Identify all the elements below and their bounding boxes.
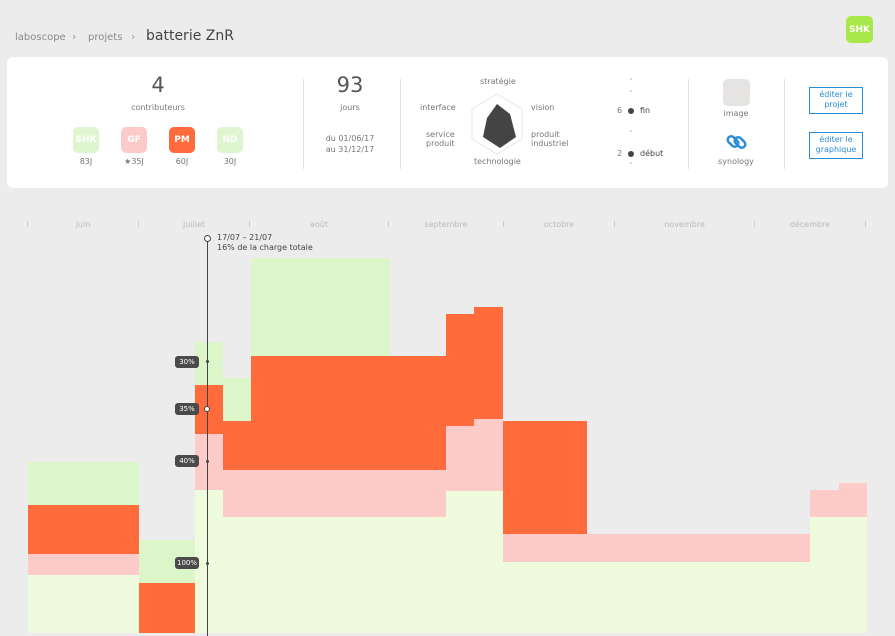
chart-block-shk xyxy=(195,490,223,633)
percent-marker: 40% xyxy=(175,455,199,467)
percent-marker: 35% xyxy=(175,403,199,415)
marker-dot xyxy=(206,460,209,463)
chart-block-gf xyxy=(503,534,810,562)
marker-dot xyxy=(206,562,209,565)
chart-block-pm xyxy=(503,421,587,534)
chart-block-shk xyxy=(223,378,251,421)
workload-chart xyxy=(0,0,895,636)
chart-block-shk xyxy=(251,258,390,356)
chart-block-shk xyxy=(503,562,810,633)
chart-block-gf xyxy=(28,554,139,575)
chart-block-shk xyxy=(251,517,446,633)
cursor-handle[interactable] xyxy=(204,235,211,242)
cursor-note: 16% de la charge totale xyxy=(217,243,313,252)
percent-marker: 30% xyxy=(175,356,199,368)
chart-block-gf xyxy=(474,419,503,491)
chart-block-gf xyxy=(446,426,474,491)
chart-block-pm xyxy=(474,307,503,419)
chart-block-gf xyxy=(810,490,839,517)
timeline-cursor[interactable] xyxy=(207,240,208,636)
marker-dot xyxy=(204,406,210,412)
chart-block-gf xyxy=(223,470,251,517)
chart-block-shk xyxy=(195,342,223,385)
chart-block-shk xyxy=(28,575,139,633)
chart-block-pm xyxy=(251,356,446,470)
chart-block-shk xyxy=(446,491,503,633)
chart-block-shk xyxy=(223,517,251,633)
chart-block-pm xyxy=(446,314,474,426)
chart-block-shk xyxy=(810,517,867,633)
chart-block-gf xyxy=(195,434,223,490)
percent-marker: 100% xyxy=(175,557,199,569)
chart-block-gf xyxy=(839,483,867,517)
marker-dot xyxy=(206,360,209,363)
chart-block-pm xyxy=(139,583,195,633)
chart-block-shk xyxy=(28,462,139,505)
chart-block-gf xyxy=(251,470,446,517)
chart-block-pm xyxy=(223,421,251,470)
cursor-range: 17/07 – 21/07 xyxy=(217,233,273,242)
chart-block-pm xyxy=(28,505,139,554)
